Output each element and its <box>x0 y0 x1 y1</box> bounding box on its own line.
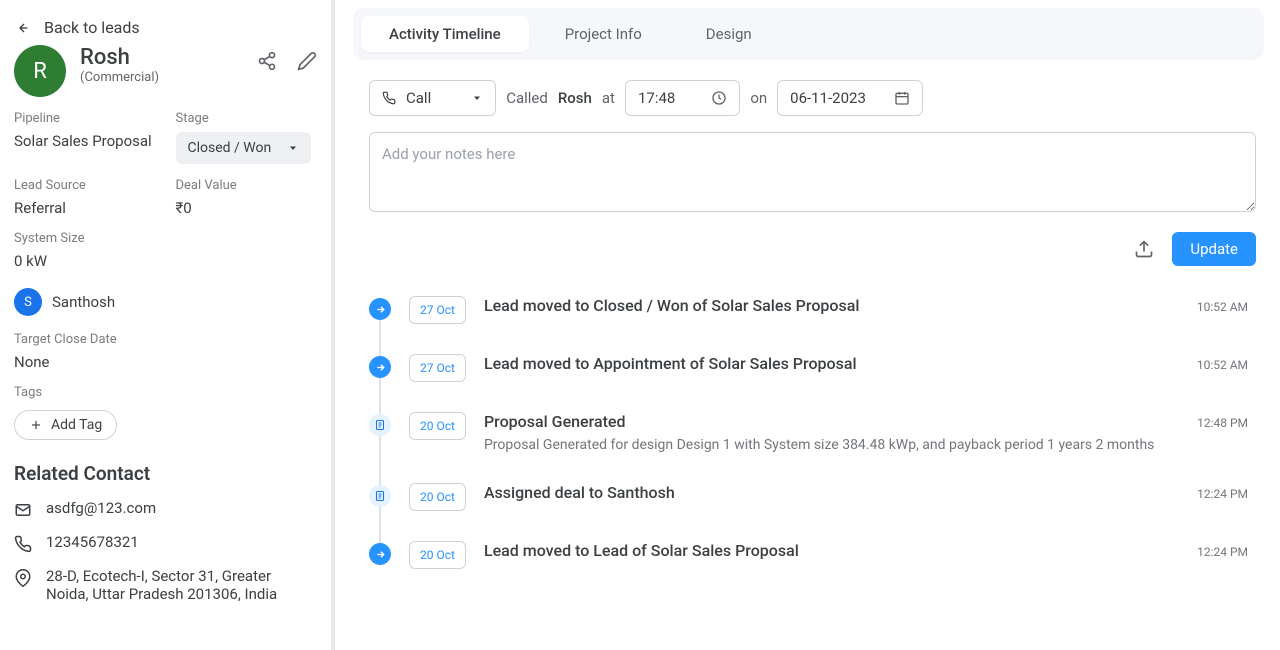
activity-type-select[interactable]: Call <box>369 80 496 116</box>
contact-email-row[interactable]: asdfg@123.com <box>14 499 317 519</box>
system-size-label: System Size <box>14 231 317 246</box>
timeline-date-badge: 20 Oct <box>409 483 466 511</box>
timeline-title: Assigned deal to Santhosh <box>484 483 1179 502</box>
add-tag-button[interactable]: Add Tag <box>14 410 117 440</box>
add-tag-label: Add Tag <box>51 417 102 433</box>
timeline-content: Lead moved to Lead of Solar Sales Propos… <box>484 541 1179 566</box>
plus-icon <box>29 418 43 432</box>
timeline-time: 12:24 PM <box>1197 545 1248 559</box>
phone-icon <box>382 91 396 105</box>
arrow-right-icon <box>369 298 391 320</box>
related-contact-heading: Related Contact <box>14 462 317 485</box>
calendar-icon <box>894 90 910 106</box>
activity-type-value: Call <box>406 89 431 107</box>
time-value: 17:48 <box>638 89 675 107</box>
edit-icon[interactable] <box>297 51 317 71</box>
pipeline-value: Solar Sales Proposal <box>14 132 156 150</box>
arrow-left-icon <box>14 20 30 36</box>
timeline-title: Lead moved to Lead of Solar Sales Propos… <box>484 541 1179 560</box>
timeline-item: 20 OctProposal GeneratedProposal Generat… <box>369 412 1256 453</box>
back-label: Back to leads <box>44 18 140 37</box>
contact-phone: 12345678321 <box>46 533 139 551</box>
activity-panel: Call Called Rosh at 17:48 on 06-11-2023 … <box>353 60 1272 607</box>
arrow-right-icon <box>369 356 391 378</box>
lead-source-label: Lead Source <box>14 178 156 193</box>
timeline-content: Lead moved to Appointment of Solar Sales… <box>484 354 1179 379</box>
lead-header: R Rosh (Commercial) <box>14 45 317 97</box>
email-icon <box>14 501 32 519</box>
time-input[interactable]: 17:48 <box>625 80 740 116</box>
target-close-value: None <box>14 353 317 371</box>
notes-textarea[interactable] <box>369 132 1256 212</box>
timeline-item: 20 Oct Lead moved to Lead of Solar Sales … <box>369 541 1256 569</box>
contact-address-row[interactable]: 28-D, Ecotech-I, Sector 31, Greater Noid… <box>14 567 317 603</box>
called-label: Called <box>506 89 548 107</box>
stage-value: Closed / Won <box>188 140 272 156</box>
timeline-time: 12:48 PM <box>1197 416 1248 430</box>
timeline-content: Assigned deal to Santhosh <box>484 483 1179 508</box>
timeline-content: Lead moved to Closed / Won of Solar Sale… <box>484 296 1179 321</box>
stage-label: Stage <box>176 111 318 126</box>
timeline-title: Proposal Generated <box>484 412 1179 431</box>
contact-phone-row[interactable]: 12345678321 <box>14 533 317 553</box>
tags-label: Tags <box>14 385 317 400</box>
tabs: Activity Timeline Project Info Design <box>353 8 1264 60</box>
date-input[interactable]: 06-11-2023 <box>777 80 923 116</box>
tab-activity-timeline[interactable]: Activity Timeline <box>361 16 529 52</box>
stage-select[interactable]: Closed / Won <box>176 132 312 164</box>
timeline-item: 27 Oct Lead moved to Appointment of Solar… <box>369 354 1256 382</box>
tab-design[interactable]: Design <box>678 16 780 52</box>
lead-name: Rosh <box>80 45 243 70</box>
target-close-label: Target Close Date <box>14 332 317 347</box>
timeline-content: Proposal Generated Proposal Generated for… <box>484 412 1179 453</box>
at-label: at <box>602 89 615 107</box>
log-row: Call Called Rosh at 17:48 on 06-11-2023 <box>369 80 1256 116</box>
tab-project-info[interactable]: Project Info <box>537 16 670 52</box>
location-icon <box>14 569 32 587</box>
timeline-item: 27 Oct Lead moved to Closed / Won of Sola… <box>369 296 1256 324</box>
back-to-leads[interactable]: Back to leads <box>14 18 317 37</box>
lead-sidebar: Back to leads R Rosh (Commercial) Pipeli… <box>0 0 335 650</box>
phone-icon <box>14 535 32 553</box>
on-label: on <box>750 89 767 107</box>
timeline-time: 10:52 AM <box>1197 300 1248 314</box>
timeline-date-badge: 20 Oct <box>409 541 466 569</box>
lead-avatar: R <box>14 45 66 97</box>
owner-row[interactable]: S Santhosh <box>14 288 317 316</box>
contact-email: asdfg@123.com <box>46 499 156 517</box>
upload-icon[interactable] <box>1134 239 1154 259</box>
date-value: 06-11-2023 <box>790 89 866 107</box>
timeline-item: 20 Oct Assigned deal to Santhosh 12:24 PM <box>369 483 1256 511</box>
timeline-date-badge: 27 Oct <box>409 296 466 324</box>
share-icon[interactable] <box>257 51 277 71</box>
owner-name: Santhosh <box>52 293 115 311</box>
timeline-title: Lead moved to Closed / Won of Solar Sale… <box>484 296 1179 315</box>
timeline: 27 Oct Lead moved to Closed / Won of Sola… <box>369 296 1256 569</box>
document-icon <box>369 414 391 436</box>
lead-type: (Commercial) <box>80 70 243 85</box>
timeline-description: Proposal Generated for design Design 1 w… <box>484 437 1179 453</box>
timeline-time: 12:24 PM <box>1197 487 1248 501</box>
contact-address: 28-D, Ecotech-I, Sector 31, Greater Noid… <box>46 567 317 603</box>
timeline-title: Lead moved to Appointment of Solar Sales… <box>484 354 1179 373</box>
update-button[interactable]: Update <box>1172 232 1256 266</box>
lead-source-value: Referral <box>14 199 156 217</box>
owner-avatar: S <box>14 288 42 316</box>
chevron-down-icon <box>471 92 483 104</box>
main-panel: Activity Timeline Project Info Design Ca… <box>335 0 1280 650</box>
system-size-value: 0 kW <box>14 252 317 270</box>
timeline-date-badge: 27 Oct <box>409 354 466 382</box>
deal-value-label: Deal Value <box>176 178 318 193</box>
clock-icon <box>711 90 727 106</box>
timeline-time: 10:52 AM <box>1197 358 1248 372</box>
document-icon <box>369 485 391 507</box>
chevron-down-icon <box>287 142 299 154</box>
deal-value-value: ₹0 <box>176 199 318 217</box>
timeline-date-badge: 20 Oct <box>409 412 466 440</box>
arrow-right-icon <box>369 543 391 565</box>
pipeline-label: Pipeline <box>14 111 156 126</box>
callee-name: Rosh <box>558 89 592 107</box>
